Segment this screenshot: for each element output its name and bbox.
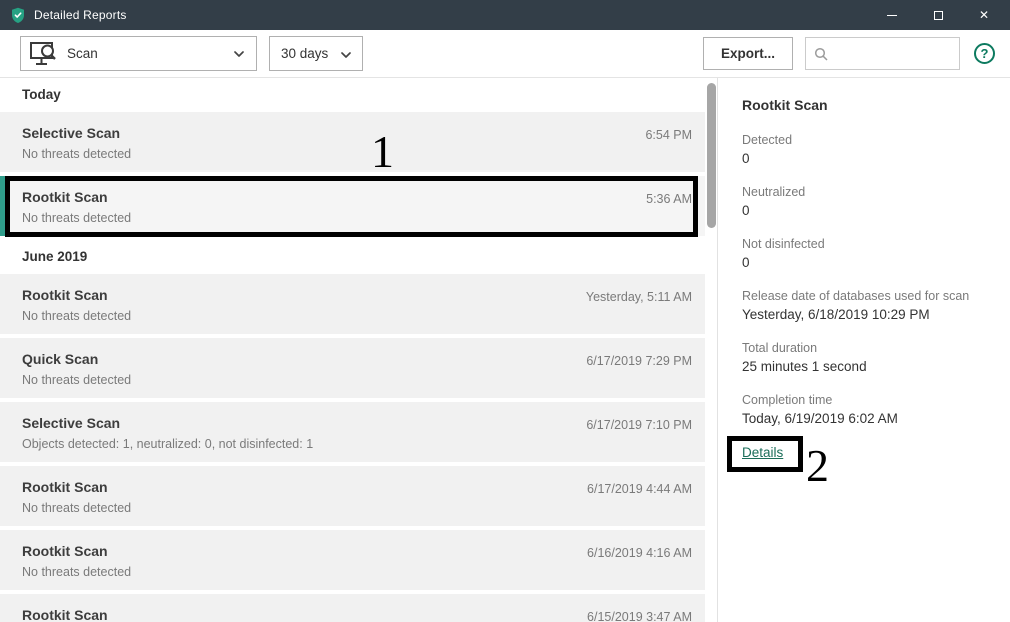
report-subtitle: No threats detected <box>22 501 132 515</box>
report-row-rootkit-scan[interactable]: Rootkit Scan No threats detected Yesterd… <box>0 274 705 334</box>
minimize-icon <box>887 14 897 16</box>
section-header-june-2019: June 2019 <box>0 240 717 274</box>
report-row-rootkit-scan[interactable]: Rootkit Scan No threats detected 6/17/20… <box>0 466 705 526</box>
field-database-release-date: Release date of databases used for scan … <box>742 288 986 324</box>
report-time: Yesterday, 5:11 AM <box>585 290 692 304</box>
report-title: Rootkit Scan <box>22 189 108 205</box>
field-value: 0 <box>742 255 750 270</box>
report-time: 6/17/2019 4:44 AM <box>587 482 692 496</box>
field-value: 0 <box>742 203 750 218</box>
window-title: Detailed Reports <box>34 8 127 22</box>
field-label: Total duration <box>742 341 818 355</box>
field-completion-time: Completion time Today, 6/19/2019 6:02 AM <box>742 392 986 428</box>
report-time: 6/17/2019 7:10 PM <box>586 418 692 432</box>
field-not-disinfected: Not disinfected 0 <box>742 236 986 272</box>
field-value: Yesterday, 6/18/2019 10:29 PM <box>742 307 930 322</box>
detail-panel: Rootkit Scan Detected 0 Neutralized 0 No… <box>717 78 1010 622</box>
help-button[interactable]: ? <box>974 43 995 64</box>
field-total-duration: Total duration 25 minutes 1 second <box>742 340 986 376</box>
period-value: 30 days <box>281 46 329 61</box>
titlebar: Detailed Reports ✕ <box>0 0 1010 30</box>
close-button[interactable]: ✕ <box>961 0 1007 30</box>
maximize-icon <box>933 10 943 20</box>
maximize-button[interactable] <box>915 0 961 30</box>
report-subtitle: No threats detected <box>22 565 132 579</box>
field-value: 25 minutes 1 second <box>742 359 867 374</box>
report-type-dropdown[interactable]: Scan <box>20 36 257 71</box>
report-type-value: Scan <box>67 46 98 61</box>
chevron-down-icon <box>341 45 351 63</box>
field-label: Not disinfected <box>742 237 825 251</box>
field-label: Completion time <box>742 393 833 407</box>
field-neutralized: Neutralized 0 <box>742 184 986 220</box>
report-time: 6/15/2019 3:47 AM <box>587 610 692 622</box>
field-label: Release date of databases used for scan <box>742 289 970 303</box>
search-input[interactable] <box>834 45 951 62</box>
app-shield-check-icon <box>10 7 26 24</box>
report-time: 5:36 AM <box>646 192 692 206</box>
list-scrollbar-thumb[interactable] <box>707 83 716 228</box>
search-icon <box>814 47 828 61</box>
minimize-button[interactable] <box>869 0 915 30</box>
report-time: 6/16/2019 4:16 AM <box>587 546 692 560</box>
report-row-selective-scan-threats[interactable]: Selective Scan Objects detected: 1, neut… <box>0 402 705 462</box>
question-mark-icon: ? <box>980 46 989 61</box>
report-row-rootkit-scan[interactable]: Rootkit Scan No threats detected 6/16/20… <box>0 530 705 590</box>
report-title: Selective Scan <box>22 125 121 141</box>
report-subtitle: No threats detected <box>22 309 132 323</box>
field-detected: Detected 0 <box>742 132 986 168</box>
report-time: 6:54 PM <box>645 128 692 142</box>
detailed-reports-window: Detailed Reports ✕ Scan 30 days Export..… <box>0 0 1010 622</box>
report-subtitle: Objects detected: 1, neutralized: 0, not… <box>22 437 314 451</box>
field-label: Neutralized <box>742 185 806 199</box>
report-row-quick-scan[interactable]: Quick Scan No threats detected 6/17/2019… <box>0 338 705 398</box>
section-header-today: Today <box>0 78 717 112</box>
field-label: Detected <box>742 133 793 147</box>
field-value: Today, 6/19/2019 6:02 AM <box>742 411 898 426</box>
close-icon: ✕ <box>978 8 990 22</box>
report-subtitle: No threats detected <box>22 373 132 387</box>
details-link[interactable]: Details <box>742 445 783 460</box>
period-dropdown[interactable]: 30 days <box>269 36 363 71</box>
main-area: Today Selective Scan No threats detected… <box>0 78 1010 622</box>
toolbar: Scan 30 days Export... ? <box>0 30 1010 78</box>
field-value: 0 <box>742 151 750 166</box>
report-row-rootkit-scan[interactable]: Rootkit Scan 6/15/2019 3:47 AM <box>0 594 705 622</box>
detail-panel-title: Rootkit Scan <box>742 97 828 113</box>
report-subtitle: No threats detected <box>22 147 132 161</box>
report-subtitle: No threats detected <box>22 211 132 225</box>
chevron-down-icon <box>234 50 244 57</box>
report-row-rootkit-scan-selected[interactable]: Rootkit Scan No threats detected 5:36 AM <box>0 176 705 236</box>
scan-monitor-search-icon <box>29 40 58 67</box>
report-time: 6/17/2019 7:29 PM <box>586 354 692 368</box>
report-list: Today Selective Scan No threats detected… <box>0 78 717 622</box>
report-row-selective-scan[interactable]: Selective Scan No threats detected 6:54 … <box>0 112 705 172</box>
export-button[interactable]: Export... <box>703 37 793 70</box>
search-box[interactable] <box>805 37 960 70</box>
window-controls: ✕ <box>869 0 1007 30</box>
